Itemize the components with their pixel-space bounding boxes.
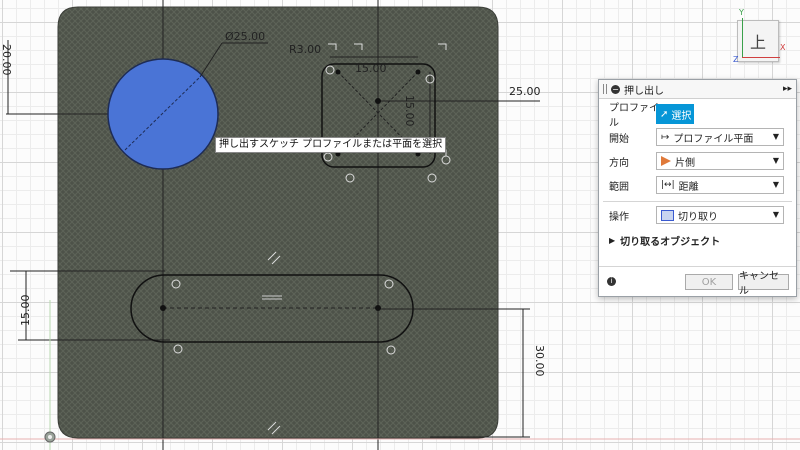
cut-icon	[661, 209, 674, 221]
chevron-down-icon: ▼	[772, 132, 779, 141]
viewcube-axis-y-line	[742, 18, 743, 58]
extent-dropdown[interactable]: |↔| 距離 ▼	[656, 176, 784, 194]
cursor-arrow-icon: ➚	[660, 108, 669, 120]
start-value: プロファイル平面	[673, 133, 754, 145]
panel-grip-icon[interactable]	[603, 84, 607, 94]
operation-dropdown[interactable]: 切り取り ▼	[656, 206, 784, 224]
minus-circle-icon[interactable]: −	[611, 84, 620, 94]
distance-icon: |↔|	[661, 180, 675, 190]
profile-select-label: 選択	[671, 110, 692, 122]
direction-dropdown[interactable]: 片側 ▼	[656, 152, 784, 170]
dimension-slot-height[interactable]: 15.00	[19, 295, 32, 327]
start-label: 開始	[609, 133, 629, 145]
dimension-offset-right[interactable]: 25.00	[509, 86, 541, 98]
operation-value: 切り取り	[678, 211, 718, 223]
panel-title: 押し出し	[624, 85, 664, 97]
dimension-diameter[interactable]: Ø25.00	[225, 31, 265, 43]
viewcube[interactable]: 上	[737, 20, 779, 62]
dimension-slot-offset[interactable]: 30.00	[533, 345, 546, 377]
objects-to-cut-section[interactable]: ▶ 切り取るオブジェクト	[599, 228, 796, 252]
one-side-icon	[661, 156, 671, 166]
extent-value: 距離	[678, 181, 699, 193]
profile-plane-icon: ↦	[661, 131, 670, 143]
axis-y-label: Y	[739, 8, 744, 17]
body-face[interactable]	[57, 6, 499, 439]
direction-label: 方向	[609, 157, 629, 169]
viewcube-axis-x-line	[742, 57, 780, 58]
panel-header[interactable]: − 押し出し ▸▸	[599, 80, 796, 99]
operation-label: 操作	[609, 211, 629, 223]
axis-z-label: Z	[733, 55, 739, 64]
cancel-button[interactable]: キャンセル	[738, 271, 789, 297]
selection-tooltip: 押し出すスケッチ プロファイルまたは平面を選択	[215, 137, 447, 153]
start-dropdown[interactable]: ↦ プロファイル平面 ▼	[656, 128, 784, 146]
panel-divider	[603, 201, 792, 202]
expand-icon[interactable]: ▸▸	[783, 84, 792, 94]
chevron-down-icon: ▼	[772, 180, 779, 189]
canvas-viewport[interactable]: Ø25.00 R3.00 15.00 15.00 25.00 20.00 15.…	[0, 0, 800, 450]
viewcube-face-top[interactable]: 上	[750, 29, 766, 53]
axis-x-label: X	[780, 43, 786, 52]
profile-select-button[interactable]: ➚ 選択	[656, 104, 694, 124]
extrude-panel: − 押し出し ▸▸ プロファイル ➚ 選択 開始 ↦ プロファイル平面 ▼ 方向…	[598, 79, 797, 297]
objects-to-cut-label: 切り取るオブジェクト	[620, 236, 721, 248]
dimension-square-height[interactable]: 15.00	[403, 95, 416, 127]
triangle-right-icon[interactable]: ▶	[599, 236, 615, 245]
ok-button[interactable]: OK	[685, 274, 733, 290]
extent-label: 範囲	[609, 181, 629, 193]
chevron-down-icon: ▼	[772, 156, 779, 165]
info-icon[interactable]: i	[607, 277, 616, 286]
dimension-radius[interactable]: R3.00	[289, 44, 321, 56]
direction-value: 片側	[675, 157, 695, 169]
dimension-top-left[interactable]: 20.00	[0, 44, 13, 76]
dimension-square-width[interactable]: 15.00	[355, 63, 387, 75]
chevron-down-icon: ▼	[772, 210, 779, 219]
